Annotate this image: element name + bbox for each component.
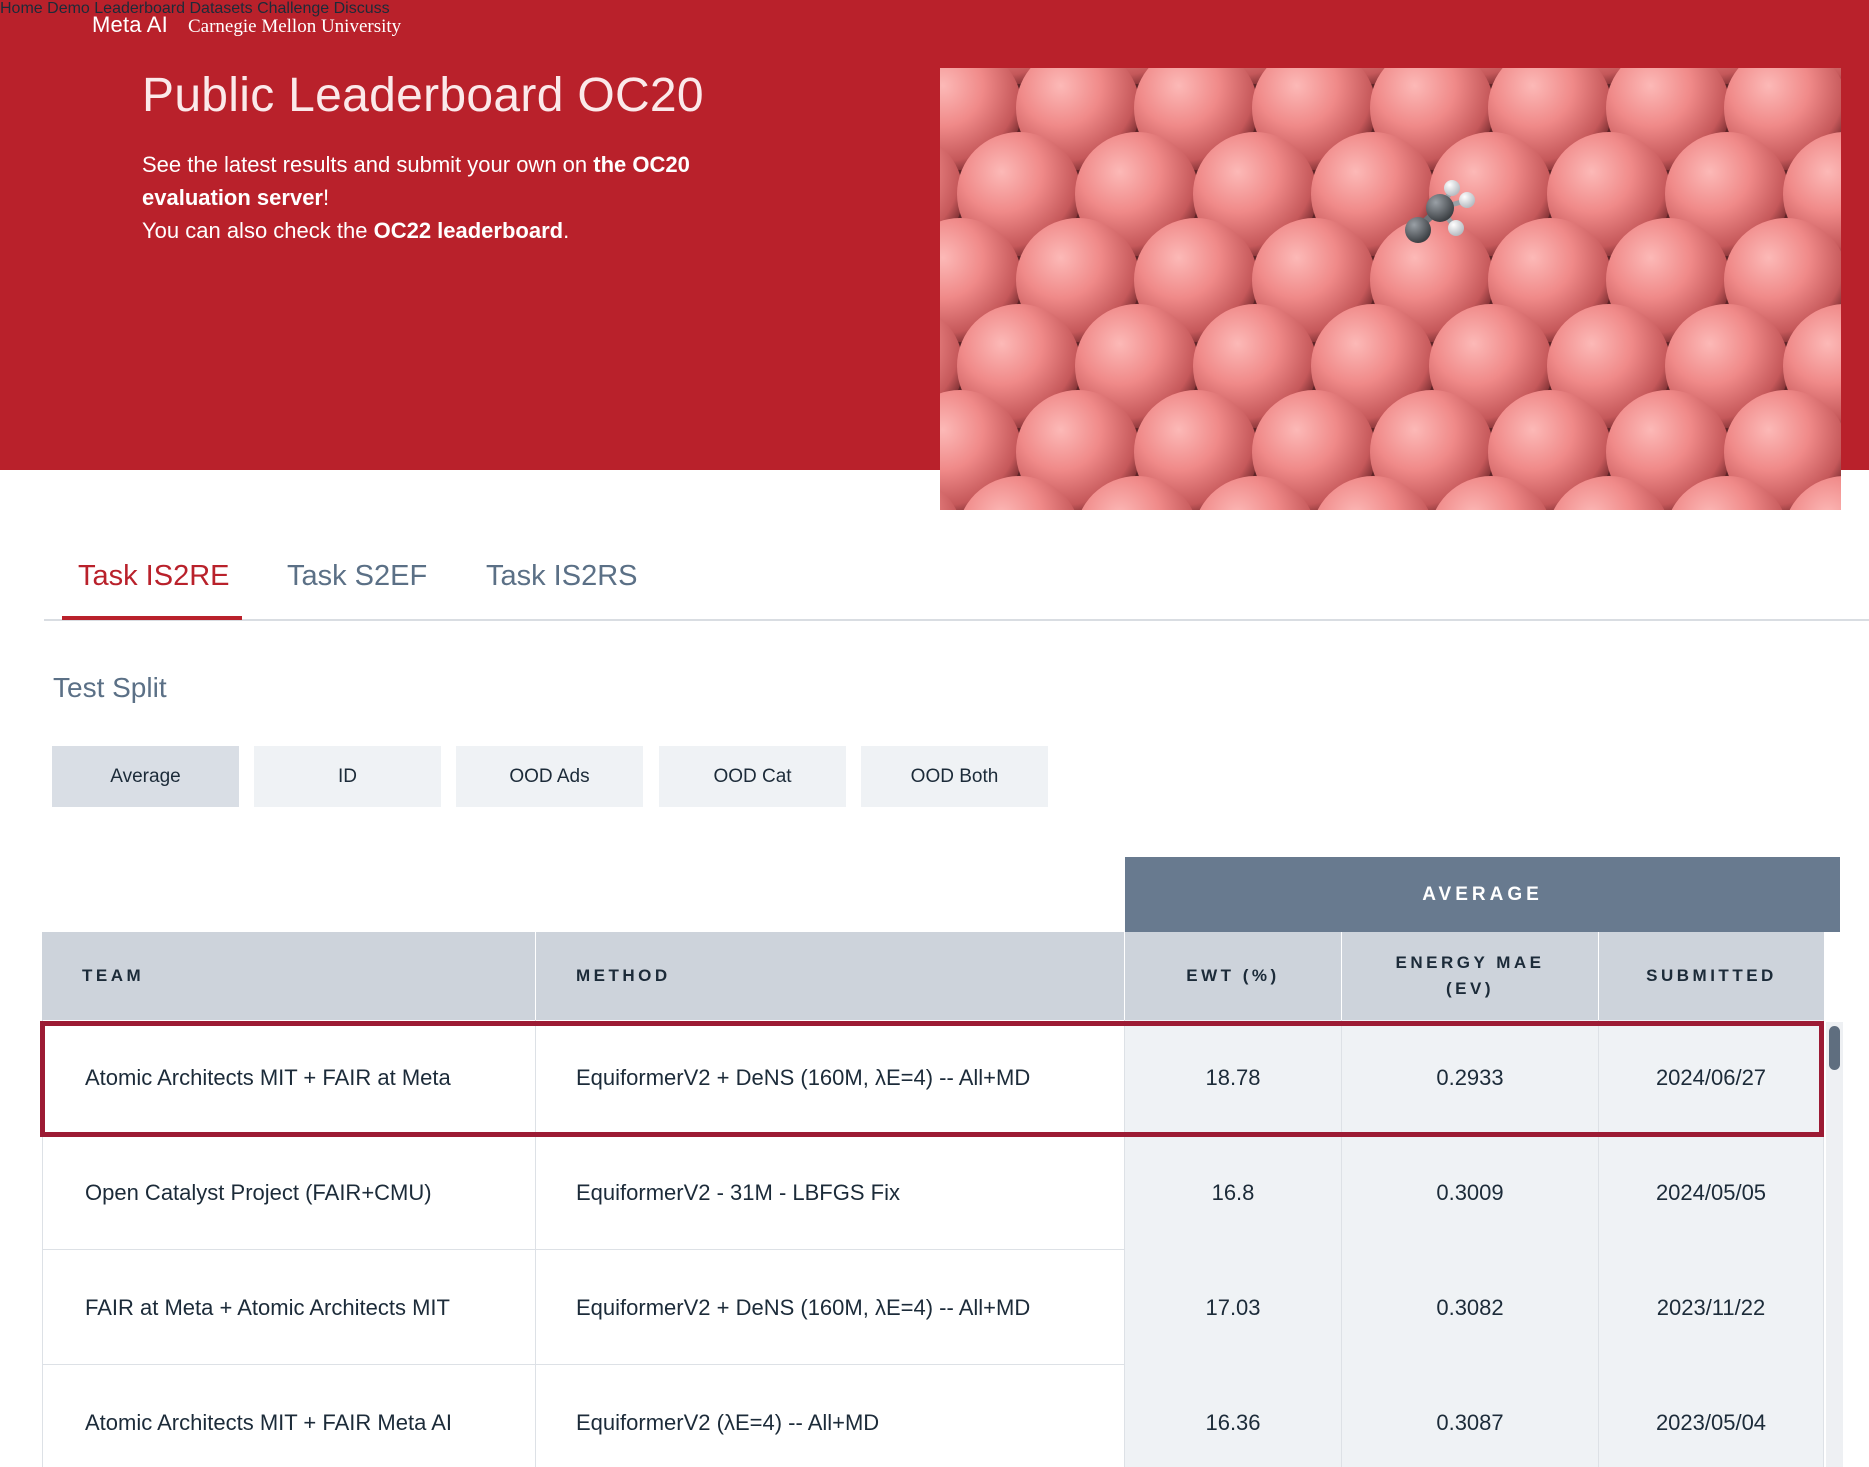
split-ood-cat-button[interactable]: OOD Cat [659,746,846,807]
test-split-label: Test Split [53,672,167,703]
brand-logos[interactable]: Meta AI Carnegie Mellon University [92,12,401,38]
nav-demo[interactable]: Demo [47,0,90,17]
cell-method: EquiformerV2 - 31M - LBFGS Fix [536,1135,1125,1250]
hero-description: See the latest results and submit your o… [142,148,702,247]
task-tabs: Task IS2RE Task S2EF Task IS2RS [44,540,1869,621]
energy-unit-label: (EV) [1446,979,1494,998]
cell-energy-mae: 0.3082 [1342,1250,1599,1365]
cell-method: EquiformerV2 (λE=4) -- All+MD [536,1365,1125,1467]
hero-line1-text: See the latest results and submit your o… [142,152,594,177]
cell-team: FAIR at Meta + Atomic Architects MIT [42,1250,536,1365]
table-header: TEAM METHOD EWT (%) ENERGY MAE (EV) SUBM… [42,932,1824,1020]
cell-submitted: 2023/11/22 [1599,1250,1824,1365]
cell-energy-mae: 0.3009 [1342,1135,1599,1250]
hero-line2-end: . [563,218,570,243]
tab-is2re[interactable]: Task IS2RE [78,560,230,593]
table-row[interactable]: Open Catalyst Project (FAIR+CMU) Equifor… [42,1135,1824,1250]
table-row[interactable]: Atomic Architects MIT + FAIR at Meta Equ… [42,1020,1824,1135]
split-average-button[interactable]: Average [52,746,239,807]
cell-team: Atomic Architects MIT + FAIR Meta AI [42,1365,536,1467]
nav-home[interactable]: Home [0,0,43,17]
col-submitted-header[interactable]: SUBMITTED [1599,932,1824,1020]
cmu-logo[interactable]: Carnegie Mellon University [188,16,401,38]
cell-ewt: 16.8 [1125,1135,1342,1250]
col-ewt-header[interactable]: EWT (%) [1125,932,1342,1020]
energy-mae-label: ENERGY MAE [1395,953,1545,972]
col-energy-mae-header[interactable]: ENERGY MAE (EV) [1342,932,1599,1020]
hero-line1-end: ! [322,185,330,210]
average-group-header: AVERAGE [1125,857,1840,932]
cell-energy-mae: 0.2933 [1342,1020,1599,1135]
meta-ai-logo[interactable]: Meta AI [92,12,168,38]
cell-submitted: 2023/05/04 [1599,1365,1824,1467]
cell-energy-mae: 0.3087 [1342,1365,1599,1467]
tab-s2ef[interactable]: Task S2EF [287,560,427,593]
hero-line2-text: You can also check the [142,218,374,243]
cell-team: Open Catalyst Project (FAIR+CMU) [42,1135,536,1250]
catalyst-surface-image [940,68,1841,510]
table-scrollbar[interactable] [1826,1022,1843,1467]
catalyst-surface-illustration [940,68,1841,510]
split-ood-ads-button[interactable]: OOD Ads [456,746,643,807]
cell-team: Atomic Architects MIT + FAIR at Meta [42,1020,536,1135]
cell-ewt: 16.36 [1125,1365,1342,1467]
cell-method: EquiformerV2 + DeNS (160M, λE=4) -- All+… [536,1250,1125,1365]
active-tab-indicator [62,616,242,620]
cell-submitted: 2024/05/05 [1599,1135,1824,1250]
cell-method: EquiformerV2 + DeNS (160M, λE=4) -- All+… [536,1020,1125,1135]
split-ood-both-button[interactable]: OOD Both [861,746,1048,807]
cell-submitted: 2024/06/27 [1599,1020,1824,1135]
cell-ewt: 17.03 [1125,1250,1342,1365]
page-title: Public Leaderboard OC20 [142,69,704,122]
col-method-header[interactable]: METHOD [536,932,1125,1020]
scrollbar-thumb[interactable] [1829,1026,1840,1070]
oc22-leaderboard-link[interactable]: OC22 leaderboard [374,218,564,243]
tab-is2rs[interactable]: Task IS2RS [486,560,638,593]
table-row[interactable]: Atomic Architects MIT + FAIR Meta AI Equ… [42,1365,1824,1467]
col-team-header[interactable]: TEAM [42,932,536,1020]
table-row[interactable]: FAIR at Meta + Atomic Architects MIT Equ… [42,1250,1824,1365]
split-id-button[interactable]: ID [254,746,441,807]
cell-ewt: 18.78 [1125,1020,1342,1135]
